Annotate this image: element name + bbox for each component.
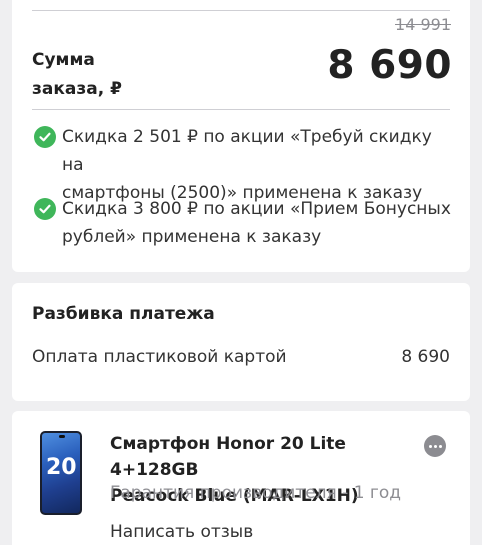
order-total: 8 690 [327,43,452,88]
discount-line2: рублей» применена к заказу [62,227,322,247]
summary-divider [32,109,450,110]
order-sum-label-line1: Сумма [32,50,95,70]
product-title-line1: Смартфон Honor 20 Lite 4+128GB [110,434,346,480]
phone-notch [59,435,65,438]
discount-line1: Скидка 3 800 ₽ по акции «Прием Бонусных [62,199,451,219]
payment-breakdown-card: Разбивка платежа Оплата пластиковой карт… [12,283,470,401]
write-review-link[interactable]: Написать отзыв [110,522,253,542]
product-image-label: 20 [46,455,77,480]
order-summary-card: 14 991 Сумма заказа, ₽ 8 690 Скидка 2 50… [12,0,470,272]
more-options-icon[interactable] [424,435,446,457]
top-divider [32,10,450,11]
check-circle-icon [34,198,56,220]
order-sum-label: Сумма заказа, ₽ [32,46,122,104]
payment-method: Оплата пластиковой картой [32,347,287,367]
product-card: 20 Смартфон Honor 20 Lite 4+128GB Peacoc… [12,411,470,545]
check-circle-icon [34,126,56,148]
discount-line1: Скидка 2 501 ₽ по акции «Требуй скидку н… [62,127,432,175]
payment-amount: 8 690 [401,347,450,367]
payment-breakdown-title: Разбивка платежа [32,304,215,324]
payment-row: Оплата пластиковой картой 8 690 [32,347,450,367]
warranty-text: Гарантия производителя - 1 год [110,483,402,503]
discount-item: Скидка 3 800 ₽ по акции «Прием Бонусных … [34,195,452,251]
old-price: 14 991 [395,15,451,34]
product-image[interactable]: 20 [40,431,82,515]
discount-text: Скидка 3 800 ₽ по акции «Прием Бонусных … [62,195,451,251]
order-sum-label-line2: заказа, ₽ [32,79,122,99]
